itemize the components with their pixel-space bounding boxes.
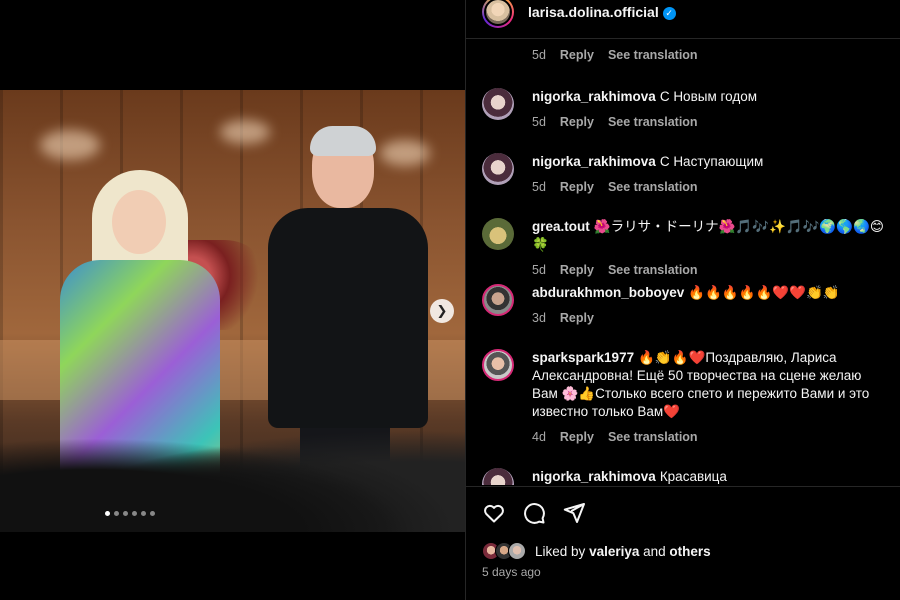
avatar[interactable] (482, 88, 514, 120)
comment-item: nigorka_rakhimova С Наступающим 5d Reply … (482, 153, 892, 196)
stage-light (220, 120, 270, 144)
avatar (508, 542, 526, 560)
comment-text: С Наступающим (659, 154, 764, 169)
comment-meta: 3d Reply (532, 309, 840, 327)
comment-meta: 5d Reply See translation (532, 261, 892, 279)
avatar[interactable] (482, 468, 514, 485)
see-translation-button[interactable]: See translation (608, 261, 698, 279)
liked-by-others[interactable]: others (669, 544, 710, 559)
comment-time: 4d (532, 430, 546, 444)
comment-item: nigorka_rakhimova Красавица (482, 468, 892, 485)
see-translation-button[interactable]: See translation (608, 428, 698, 446)
carousel-dot (150, 511, 155, 516)
post-time-ago[interactable]: 5 days ago (482, 565, 541, 579)
reply-button[interactable]: Reply (560, 261, 594, 279)
comment-meta: 4d Reply See translation (532, 428, 884, 446)
comment-username[interactable]: nigorka_rakhimova (532, 89, 656, 104)
post-actions: Liked by valeriya and others 5 days ago (466, 486, 900, 600)
stage-light (40, 130, 100, 160)
comment-time: 3d (532, 311, 546, 325)
comment-item: grea.tout 🌺ラリサ・ドーリナ🌺🎵🎶✨🎵🎶🌍🌎🌏😊🍀 5d Reply S… (482, 218, 892, 279)
chevron-right-icon[interactable]: ❯ (430, 299, 454, 323)
comment-time: 5d (532, 180, 546, 194)
carousel-dot (114, 511, 119, 516)
man-hair (310, 126, 376, 156)
comments-panel: larisa.dolina.official ✓ 5d Reply See tra… (465, 0, 900, 600)
avatar (484, 0, 512, 26)
carousel-indicator (105, 511, 155, 516)
comment-time: 5d (532, 263, 546, 277)
carousel-dot-active (105, 511, 110, 516)
comment-username[interactable]: nigorka_rakhimova (532, 469, 656, 484)
story-ring[interactable] (482, 0, 514, 28)
heart-icon[interactable] (482, 501, 506, 525)
liker-avatars (482, 542, 526, 560)
verified-badge-icon: ✓ (662, 7, 676, 20)
audience-silhouettes (0, 422, 465, 532)
comment-time: 5d (532, 115, 546, 129)
comment-item: nigorka_rakhimova С Новым годом 5d Reply … (482, 88, 892, 131)
avatar[interactable] (482, 218, 514, 250)
post-photo[interactable] (0, 90, 465, 532)
see-translation-button[interactable]: See translation (608, 113, 698, 131)
liked-by-prefix: Liked by (535, 543, 586, 559)
comment-username[interactable]: grea.tout (532, 219, 590, 234)
see-translation-button[interactable]: See translation (608, 48, 698, 62)
reply-button[interactable]: Reply (560, 113, 594, 131)
comment-icon[interactable] (522, 501, 546, 525)
comment-time: 5d (532, 48, 546, 62)
comment-text: 🔥🔥🔥🔥🔥❤️❤️👏👏 (688, 285, 840, 300)
comment-item: abdurakhmon_boboyev 🔥🔥🔥🔥🔥❤️❤️👏👏 3d Reply (482, 284, 892, 327)
avatar[interactable] (482, 284, 514, 316)
see-translation-button[interactable]: See translation (608, 178, 698, 196)
carousel-dot (123, 511, 128, 516)
stage-light (380, 140, 430, 166)
post-username[interactable]: larisa.dolina.official ✓ (528, 4, 676, 20)
send-icon[interactable] (562, 501, 586, 525)
action-bar (482, 501, 586, 525)
reply-button[interactable]: Reply (560, 48, 594, 62)
performer-face (112, 190, 166, 254)
comments-list[interactable]: 5d Reply See translation nigorka_rakhimo… (466, 39, 900, 485)
comment-meta: 5d Reply See translation (532, 48, 698, 62)
comment-username[interactable]: abdurakhmon_boboyev (532, 285, 684, 300)
carousel-dot (141, 511, 146, 516)
comment-item: sparkspark1977 🔥👏🔥❤️Поздравляю, Лариса Ал… (482, 349, 892, 446)
comment-meta: 5d Reply See translation (532, 178, 763, 196)
comment-username[interactable]: sparkspark1977 (532, 350, 634, 365)
man-black-shirt (268, 208, 428, 428)
reply-button[interactable]: Reply (560, 309, 594, 327)
avatar[interactable] (482, 153, 514, 185)
likes-summary[interactable]: Liked by valeriya and others (482, 542, 711, 560)
reply-button[interactable]: Reply (560, 428, 594, 446)
comment-username[interactable]: nigorka_rakhimova (532, 154, 656, 169)
username-text[interactable]: larisa.dolina.official (528, 4, 659, 20)
carousel-dot (132, 511, 137, 516)
liked-by-user[interactable]: valeriya (589, 544, 639, 559)
comment-text: С Новым годом (659, 89, 757, 104)
liked-by-and: and (643, 543, 666, 559)
comment-text: Красавица (659, 469, 727, 484)
comment-meta: 5d Reply See translation (532, 113, 757, 131)
post-media-panel: ❯ (0, 0, 465, 600)
avatar[interactable] (482, 349, 514, 381)
post-header: larisa.dolina.official ✓ (466, 0, 900, 39)
reply-button[interactable]: Reply (560, 178, 594, 196)
